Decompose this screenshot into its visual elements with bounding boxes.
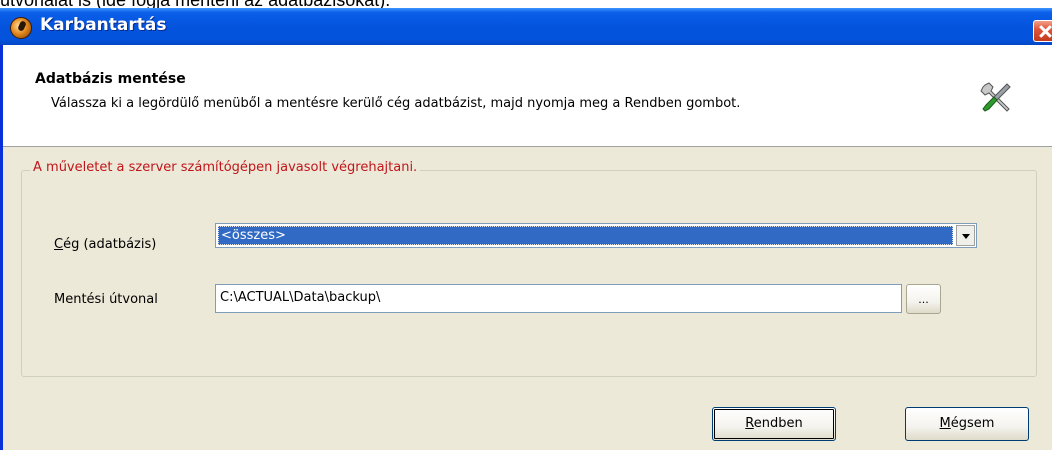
header-description: Válassza ki a legördülő menüből a mentés…: [51, 96, 741, 111]
cancel-button[interactable]: Mégsem: [905, 407, 1029, 441]
chevron-down-icon[interactable]: [956, 225, 975, 246]
close-button[interactable]: [1033, 20, 1052, 42]
app-icon: [10, 17, 32, 39]
company-database-selected-value: <összes>: [218, 226, 953, 245]
window-title: Karbantartás: [40, 15, 167, 35]
backup-path-label: Mentési útvonal: [54, 292, 158, 307]
ok-accelerator: R: [745, 416, 754, 431]
group-legend-warning: A műveletet a szerver számítógépen javas…: [30, 160, 421, 175]
header-title: Adatbázis mentése: [35, 71, 186, 87]
backup-path-input[interactable]: C:\ACTUAL\Data\backup\: [215, 284, 902, 313]
cancel-label: égsem: [950, 416, 995, 431]
ok-label: endben: [753, 416, 803, 431]
company-label-accelerator: C: [54, 237, 64, 252]
browse-button[interactable]: ...: [906, 284, 941, 314]
dialog-header: Adatbázis mentése Válassza ki a legördül…: [3, 45, 1052, 147]
title-bar[interactable]: Karbantartás: [0, 8, 1052, 45]
cancel-accelerator: M: [939, 416, 951, 431]
company-label-text: ég (adatbázis): [63, 237, 157, 252]
ok-button[interactable]: Rendben: [712, 407, 836, 441]
company-label: Cég (adatbázis): [54, 237, 156, 252]
options-groupbox: [21, 170, 1037, 377]
tools-wrench-screwdriver-icon: [980, 82, 1011, 112]
company-database-combobox[interactable]: <összes>: [215, 223, 977, 248]
